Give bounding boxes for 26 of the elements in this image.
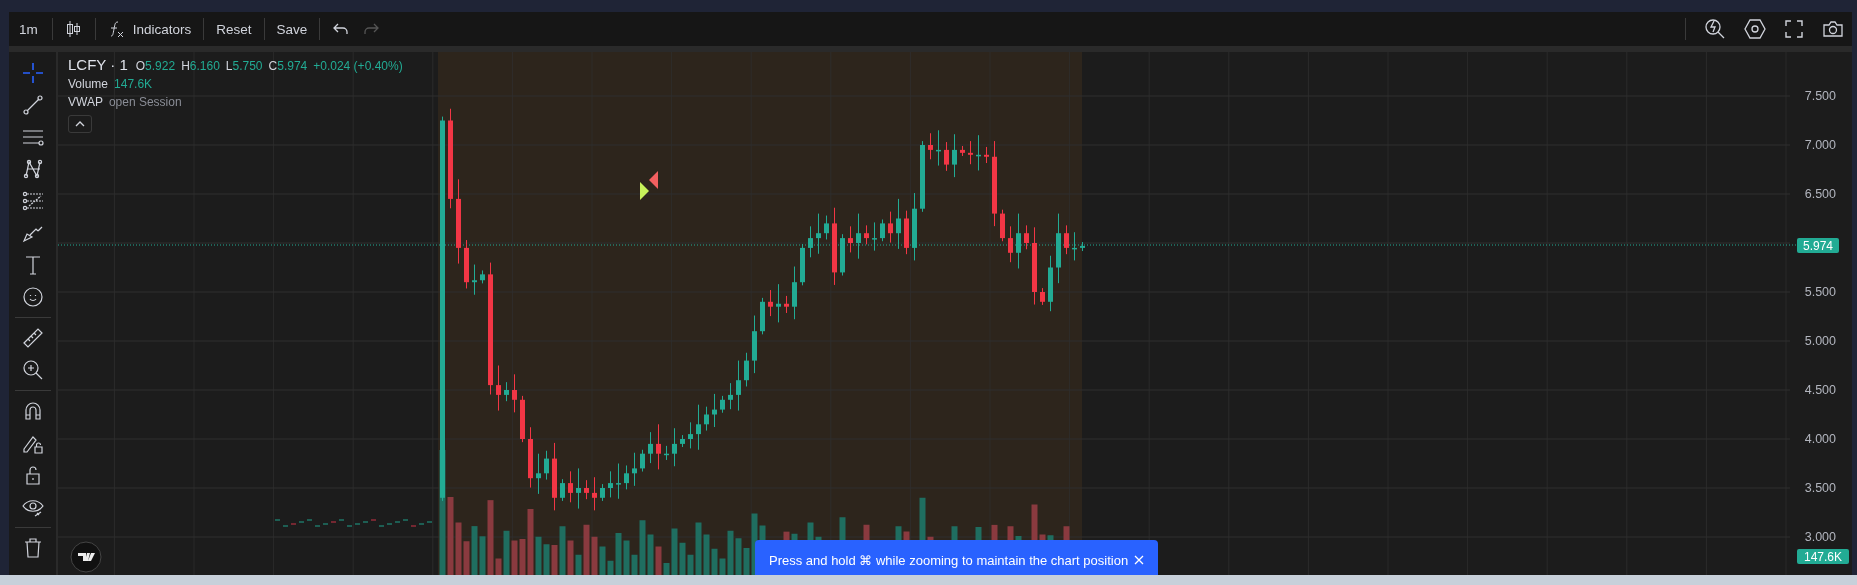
ohlc-value: O5.922 xyxy=(135,59,176,73)
price-label: 3.000 xyxy=(1804,530,1836,544)
volume-label[interactable]: Volume xyxy=(68,77,109,91)
symbol-title[interactable]: LCFY · 1 xyxy=(68,56,128,73)
ohlc-value: L5.750 xyxy=(225,59,263,73)
volume-tag: 147.6K xyxy=(1797,549,1849,564)
price-label: 7.500 xyxy=(1804,89,1836,103)
ohlc-value: C5.974 xyxy=(268,59,308,73)
indicators-button[interactable]: Indicators xyxy=(107,20,192,38)
vwap-setting: open Session xyxy=(108,95,182,109)
volume-value: 147.6K xyxy=(114,77,153,91)
toast-message: Press and hold ⌘ while zooming to maintain the chart position xyxy=(769,552,1129,568)
save-button[interactable]: Save xyxy=(276,21,308,37)
ohlc-value: H6.160 xyxy=(181,59,220,73)
price-label: 5.500 xyxy=(1804,285,1836,299)
change-value: +0.024 (+0.40%) xyxy=(313,59,403,73)
vwap-label[interactable]: VWAP xyxy=(68,95,103,109)
price-label: 5.000 xyxy=(1804,334,1836,348)
price-label: 7.000 xyxy=(1804,138,1836,152)
price-label: 4.000 xyxy=(1804,432,1836,446)
price-label: 4.500 xyxy=(1804,383,1836,397)
price-tag: 5.974 xyxy=(1797,238,1839,253)
interval-button[interactable]: 1m xyxy=(17,21,40,37)
price-label: 3.500 xyxy=(1804,481,1836,495)
reset-button[interactable]: Reset xyxy=(216,21,252,37)
price-label: 6.500 xyxy=(1804,187,1836,201)
